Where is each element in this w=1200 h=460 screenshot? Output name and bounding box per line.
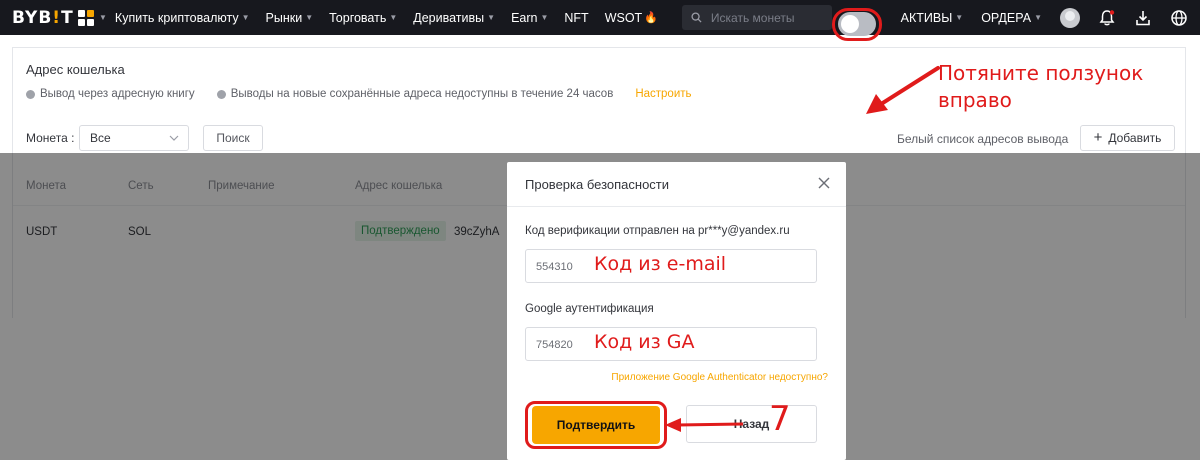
nav-buy-crypto[interactable]: Купить криптовалюту ▼ (115, 11, 250, 25)
divider (507, 206, 846, 207)
search-icon (691, 12, 702, 23)
annotation-arrow-icon (866, 66, 940, 114)
ga-unavailable-link[interactable]: Приложение Google Authenticator недоступ… (611, 372, 828, 383)
nav-markets[interactable]: Рынки ▼ (266, 11, 314, 25)
info-dot-icon (26, 89, 35, 99)
top-navigation-bar: BYB!T ▼ Купить криптовалюту ▼ Рынки ▼ Торг… (0, 0, 1200, 35)
nav-trade[interactable]: Торговать ▼ (329, 11, 397, 25)
chevron-down-icon: ▼ (1034, 13, 1042, 22)
ga-code-label: Google аутентификация (525, 303, 654, 315)
close-icon[interactable] (818, 177, 830, 189)
chevron-down-icon: ▼ (540, 13, 549, 22)
chevron-down-icon: ▼ (99, 13, 107, 22)
filter-row: Монета : Все Поиск Белый список адресов … (12, 113, 1186, 158)
note-address-book: Вывод через адресную книгу (26, 88, 195, 100)
notifications-button[interactable] (1096, 7, 1118, 29)
nav-assets[interactable]: АКТИВЫ ▼ (901, 11, 964, 25)
info-dot-icon (216, 89, 226, 99)
annotation-confirm-highlight (525, 401, 667, 449)
chevron-down-icon: ▼ (241, 13, 250, 22)
bybit-logo[interactable]: BYB!T (12, 8, 73, 28)
chevron-down-icon (169, 135, 179, 141)
setup-link[interactable]: Настроить (635, 88, 691, 100)
ga-code-value: 754820 (536, 339, 573, 351)
search-placeholder: Искать монеты (710, 10, 795, 25)
fire-icon: 🔥 (644, 12, 658, 24)
search-button[interactable]: Поиск (203, 125, 263, 151)
email-code-field[interactable]: 554310 Код из e-mail (525, 249, 817, 283)
download-button[interactable] (1132, 7, 1154, 29)
globe-icon (1171, 9, 1187, 26)
nav-orders[interactable]: ОРДЕРА ▼ (981, 11, 1042, 25)
nav-nft[interactable]: NFT (564, 11, 588, 25)
download-icon (1136, 10, 1150, 25)
security-check-modal: Проверка безопасности Код верификации от… (507, 162, 846, 460)
chevron-down-icon: ▼ (955, 13, 964, 22)
whitelist-label: Белый список адресов вывода (897, 132, 1069, 146)
coin-filter-label: Монета : (26, 131, 75, 145)
chevron-down-icon: ▼ (487, 13, 496, 22)
modal-title: Проверка безопасности (525, 177, 670, 192)
email-code-label: Код верификации отправлен на pr***y@yand… (525, 225, 790, 237)
annotation-ga-hint: Код из GA (594, 331, 695, 353)
chevron-down-icon: ▼ (305, 13, 314, 22)
nav-earn[interactable]: Earn ▼ (511, 11, 548, 25)
annotation-slider-hint: Потяните ползунок вправо (938, 61, 1144, 112)
coin-select[interactable]: Все (79, 125, 189, 151)
coin-search-input[interactable]: Искать монеты (681, 5, 832, 30)
annotation-arrow-icon (665, 418, 744, 432)
chevron-down-icon: ▼ (389, 13, 398, 22)
ga-code-field[interactable]: 754820 Код из GA (525, 327, 817, 361)
note-new-address-delay: Выводы на новые сохранённые адреса недос… (216, 88, 613, 100)
language-button[interactable] (1168, 7, 1190, 29)
avatar[interactable] (1060, 7, 1080, 28)
add-address-button[interactable]: + Добавить (1080, 125, 1175, 151)
wallet-notes: Вывод через адресную книгу Выводы на нов… (26, 88, 692, 100)
nav-derivatives[interactable]: Деривативы ▼ (413, 11, 495, 25)
annotation-toggle-highlight (832, 8, 882, 41)
panel-title: Адрес кошелька (26, 62, 125, 77)
apps-grid-icon (78, 9, 94, 26)
apps-menu[interactable]: ▼ (78, 9, 107, 26)
annotation-email-hint: Код из e-mail (594, 253, 727, 275)
annotation-step-number: 7 (769, 399, 791, 439)
email-code-value: 554310 (536, 261, 573, 273)
plus-icon: + (1093, 129, 1103, 146)
bell-icon (1099, 9, 1115, 25)
nav-right-group: АКТИВЫ ▼ ОРДЕРА ▼ (901, 0, 1200, 35)
nav-wsot[interactable]: WSOT 🔥 (605, 11, 658, 25)
